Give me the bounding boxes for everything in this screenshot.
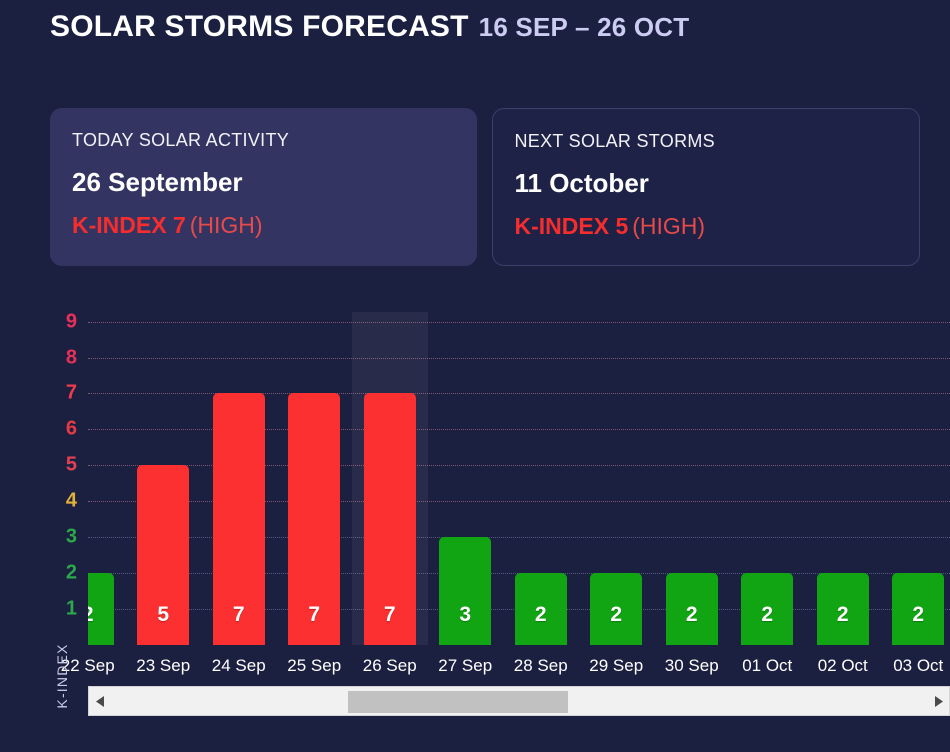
plot-area: 2 5 7 7 7 3 2 2 2 2 2 2 bbox=[88, 300, 950, 645]
summary-cards: TODAY SOLAR ACTIVITY 26 September K-INDE… bbox=[50, 108, 920, 266]
bar[interactable]: 3 bbox=[439, 537, 492, 645]
bar-slot[interactable]: 2 bbox=[579, 300, 655, 645]
scrollbar-track[interactable] bbox=[111, 687, 927, 715]
bar[interactable]: 7 bbox=[363, 393, 416, 645]
y-axis-tick: 4 bbox=[65, 489, 77, 512]
chart-horizontal-scrollbar[interactable] bbox=[88, 686, 950, 716]
bar-slot[interactable]: 3 bbox=[428, 300, 504, 645]
x-axis-label: 23 Sep bbox=[136, 656, 191, 675]
bar-slot[interactable]: 2 bbox=[654, 300, 730, 645]
bar-value-label: 7 bbox=[232, 603, 245, 626]
bar-value-label: 2 bbox=[836, 603, 849, 626]
y-axis-tick: 8 bbox=[65, 346, 77, 368]
bar-slot[interactable]: 2 bbox=[805, 300, 881, 645]
x-axis-label: 26 Sep bbox=[362, 656, 417, 675]
bar[interactable]: 2 bbox=[816, 573, 869, 645]
bar-value-label: 2 bbox=[534, 603, 547, 626]
card-date: 26 September bbox=[72, 167, 243, 197]
card-kindex-value: K-INDEX 5 bbox=[514, 213, 629, 239]
bar-value-label: 2 bbox=[610, 603, 623, 626]
x-axis: 22 Sep 23 Sep 24 Sep 25 Sep 26 Sep 27 Sep 28 S… bbox=[50, 645, 944, 687]
card-kindex-level: (HIGH) bbox=[632, 213, 706, 239]
bar[interactable]: 2 bbox=[741, 573, 794, 645]
bar-slot[interactable]: 2 bbox=[88, 300, 126, 645]
bar[interactable]: 7 bbox=[288, 393, 341, 645]
bar-value-label: 2 bbox=[685, 603, 698, 626]
x-axis-label: 03 Oct bbox=[893, 656, 944, 675]
bar[interactable]: 2 bbox=[88, 573, 114, 645]
bar[interactable]: 7 bbox=[212, 393, 265, 645]
kindex-bar-chart: 987654321 257773222222 22 Sep23 Sep24 Se… bbox=[30, 300, 950, 752]
x-axis-label: 01 Oct bbox=[742, 656, 793, 675]
bar-series: 2 5 7 7 7 3 2 2 2 2 2 2 bbox=[88, 300, 950, 645]
y-axis-tick: 7 bbox=[65, 381, 77, 404]
card-kindex-level: (HIGH) bbox=[189, 212, 263, 238]
bar-slot[interactable]: 7 bbox=[352, 300, 428, 645]
y-axis-tick: 2 bbox=[65, 561, 77, 584]
scroll-left-arrow-icon[interactable] bbox=[89, 687, 111, 715]
bar-value-label: 2 bbox=[912, 603, 925, 626]
bar-slot[interactable]: 2 bbox=[881, 300, 950, 645]
x-axis-label: 29 Sep bbox=[589, 656, 644, 675]
x-axis-label: 28 Sep bbox=[513, 656, 568, 675]
bar-slot[interactable]: 7 bbox=[201, 300, 277, 645]
bar[interactable]: 2 bbox=[892, 573, 945, 645]
y-axis-tick: 1 bbox=[65, 597, 77, 620]
y-axis: 9 8 7 6 5 4 3 2 1 bbox=[30, 300, 85, 645]
x-axis-label: 02 Oct bbox=[817, 656, 868, 675]
bar-value-label: 2 bbox=[761, 603, 774, 626]
card-kindex: K-INDEX 7 (HIGH) bbox=[72, 212, 455, 239]
bar-slot[interactable]: 2 bbox=[730, 300, 806, 645]
x-axis-label: 24 Sep bbox=[211, 656, 266, 675]
bar[interactable]: 2 bbox=[514, 573, 567, 645]
bar-value-label: 7 bbox=[308, 603, 321, 626]
bar-slot[interactable]: 7 bbox=[277, 300, 353, 645]
bar-slot[interactable]: 5 bbox=[126, 300, 202, 645]
bar-value-label: 2 bbox=[88, 603, 94, 627]
x-axis-label: 25 Sep bbox=[287, 656, 342, 675]
scroll-right-arrow-icon[interactable] bbox=[927, 687, 949, 715]
y-axis-title: K-INDEX bbox=[54, 643, 70, 709]
today-solar-activity-card[interactable]: TODAY SOLAR ACTIVITY 26 September K-INDE… bbox=[50, 108, 477, 266]
y-axis-tick: 3 bbox=[65, 525, 77, 548]
scrollbar-thumb[interactable] bbox=[347, 691, 568, 713]
bar-slot[interactable]: 2 bbox=[503, 300, 579, 645]
y-axis-tick: 6 bbox=[65, 417, 77, 440]
y-axis-tick: 9 bbox=[65, 310, 77, 333]
bar[interactable]: 2 bbox=[665, 573, 718, 645]
card-label: NEXT SOLAR STORMS bbox=[514, 131, 715, 151]
forecast-date-range: 16 SEP – 26 OCT bbox=[478, 12, 690, 42]
card-label: TODAY SOLAR ACTIVITY bbox=[72, 130, 290, 150]
card-kindex-value: K-INDEX 7 bbox=[72, 212, 186, 238]
bar[interactable]: 2 bbox=[590, 573, 643, 645]
card-kindex: K-INDEX 5 (HIGH) bbox=[515, 213, 898, 240]
bar-value-label: 5 bbox=[157, 603, 170, 626]
x-axis-label: 30 Sep bbox=[664, 656, 719, 675]
bar-value-label: 3 bbox=[459, 603, 472, 626]
bar[interactable]: 5 bbox=[137, 465, 190, 645]
bar-value-label: 7 bbox=[383, 603, 396, 626]
page-title: SOLAR STORMS FORECAST bbox=[50, 10, 469, 43]
next-solar-storms-card[interactable]: NEXT SOLAR STORMS 11 October K-INDEX 5 (H… bbox=[491, 108, 920, 266]
x-axis-label: 27 Sep bbox=[438, 656, 493, 675]
solar-storms-forecast-page: SOLAR STORMS FORECAST 16 SEP – 26 OCT TOD… bbox=[0, 0, 950, 752]
page-header: SOLAR STORMS FORECAST 16 SEP – 26 OCT bbox=[50, 10, 689, 44]
card-date: 11 October bbox=[514, 168, 649, 198]
y-axis-tick: 5 bbox=[65, 453, 77, 476]
